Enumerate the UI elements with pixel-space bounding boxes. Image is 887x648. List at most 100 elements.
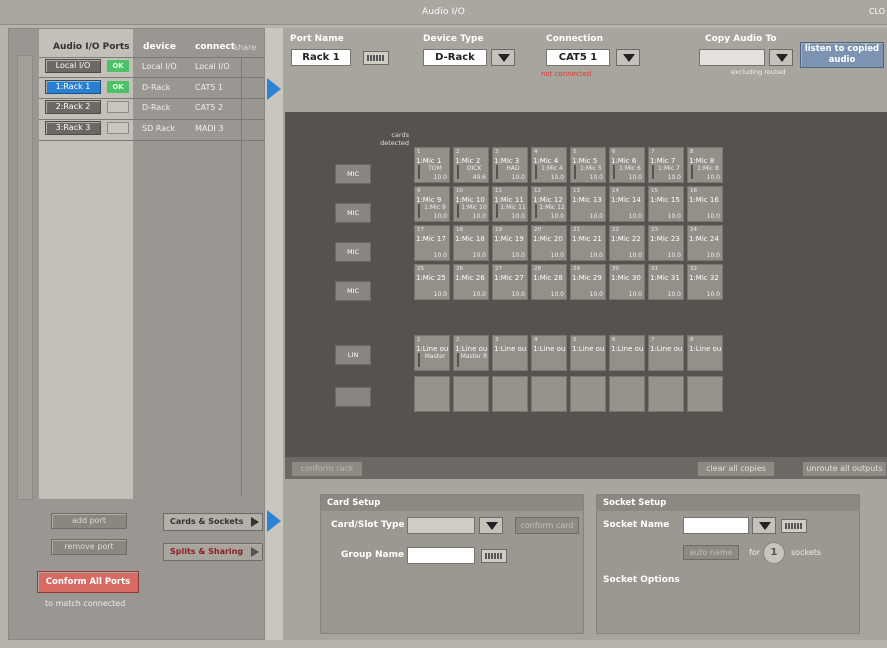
empty-slot-cell[interactable] bbox=[609, 376, 645, 412]
card-type-button[interactable] bbox=[335, 387, 371, 407]
socket-name-dropdown-icon[interactable] bbox=[752, 517, 776, 534]
listen-copied-audio-button[interactable]: listen to copied audio bbox=[800, 42, 884, 68]
line-output-cell[interactable]: 5 1:Line ou bbox=[570, 335, 606, 371]
port-rack-2[interactable]: 2:Rack 2 bbox=[45, 100, 101, 114]
channel-number: 3 bbox=[495, 149, 499, 155]
channel-number: 11 bbox=[495, 188, 502, 194]
mic-channel-cell[interactable]: 27 1:Mic 27 10.0 bbox=[492, 264, 528, 300]
mic-channel-cell[interactable]: 21 1:Mic 21 10.0 bbox=[570, 225, 606, 261]
mic-channel-cell[interactable]: 9 1:Mic 9 1:Mic 9 10.0 bbox=[414, 186, 450, 222]
mic-channel-cell[interactable]: 15 1:Mic 15 10.0 bbox=[648, 186, 684, 222]
mic-channel-cell[interactable]: 22 1:Mic 22 10.0 bbox=[609, 225, 645, 261]
connection-dropdown-icon[interactable] bbox=[616, 49, 640, 66]
conform-all-ports-button[interactable]: Conform All Ports bbox=[37, 571, 139, 593]
mic-channel-cell[interactable]: 11 1:Mic 11 1:Mic 11 10.0 bbox=[492, 186, 528, 222]
line-output-cell[interactable]: 2 1:Line ou Master R bbox=[453, 335, 489, 371]
mic-channel-cell[interactable]: 24 1:Mic 24 10.0 bbox=[687, 225, 723, 261]
empty-slot-cell[interactable] bbox=[648, 376, 684, 412]
device-type-dropdown-icon[interactable] bbox=[491, 49, 515, 66]
mic-channel-cell[interactable]: 25 1:Mic 25 10.0 bbox=[414, 264, 450, 300]
mic-channel-cell[interactable]: 23 1:Mic 23 10.0 bbox=[648, 225, 684, 261]
mic-channel-cell[interactable]: 31 1:Mic 31 10.0 bbox=[648, 264, 684, 300]
card-slot-type-dropdown-icon[interactable] bbox=[479, 517, 503, 534]
mic-channel-cell[interactable]: 7 1:Mic 7 1:Mic 7 10.0 bbox=[648, 147, 684, 183]
conform-card-button[interactable]: conform card bbox=[515, 517, 579, 534]
auto-name-button[interactable]: auto name bbox=[683, 545, 739, 560]
conform-rack-button[interactable]: conform rack bbox=[291, 461, 363, 477]
empty-slot-cell[interactable] bbox=[531, 376, 567, 412]
group-name-field[interactable] bbox=[407, 547, 475, 564]
clear-all-copies-button[interactable]: clear all copies bbox=[697, 461, 775, 477]
socket-count-knob[interactable]: 1 bbox=[763, 542, 785, 564]
mic-channel-cell[interactable]: 28 1:Mic 28 10.0 bbox=[531, 264, 567, 300]
mic-channel-cell[interactable]: 32 1:Mic 32 10.0 bbox=[687, 264, 723, 300]
port-name-field[interactable]: Rack 1 bbox=[291, 49, 351, 66]
line-output-cell[interactable]: 8 1:Line ou bbox=[687, 335, 723, 371]
splits-sharing-button[interactable]: Splits & Sharing bbox=[163, 543, 263, 561]
connection-field[interactable]: CAT5 1 bbox=[546, 49, 610, 66]
add-port-button[interactable]: add port bbox=[51, 513, 127, 529]
mic-channel-cell[interactable]: 8 1:Mic 8 1:Mic 8 10.0 bbox=[687, 147, 723, 183]
mic-channel-cell[interactable]: 3 1:Mic 3 HAD 10.0 bbox=[492, 147, 528, 183]
mic-channel-cell[interactable]: 1 1:Mic 1 TOM 10.0 bbox=[414, 147, 450, 183]
mic-channel-cell[interactable]: 18 1:Mic 18 10.0 bbox=[453, 225, 489, 261]
empty-slot-cell[interactable] bbox=[453, 376, 489, 412]
line-output-cell[interactable]: 4 1:Line ou bbox=[531, 335, 567, 371]
card-type-button[interactable]: MIC bbox=[335, 281, 371, 301]
card-type-button[interactable]: MIC bbox=[335, 203, 371, 223]
status-empty-badge bbox=[107, 101, 129, 113]
channel-name: 1:Mic 17 bbox=[416, 235, 446, 243]
channel-number: 4 bbox=[534, 149, 538, 155]
mic-channel-cell[interactable]: 30 1:Mic 30 10.0 bbox=[609, 264, 645, 300]
mic-channel-cell[interactable]: 26 1:Mic 26 10.0 bbox=[453, 264, 489, 300]
cards-sockets-button[interactable]: Cards & Sockets bbox=[163, 513, 263, 531]
gain-value: 10.0 bbox=[667, 174, 681, 181]
card-type-button[interactable]: MIC bbox=[335, 164, 371, 184]
port-device: SD Rack bbox=[142, 124, 176, 133]
mic-channel-cell[interactable]: 20 1:Mic 20 10.0 bbox=[531, 225, 567, 261]
mic-channel-cell[interactable]: 5 1:Mic 5 1:Mic 5 10.0 bbox=[570, 147, 606, 183]
port-rack-1[interactable]: 1:Rack 1 bbox=[45, 80, 101, 94]
keyboard-icon[interactable] bbox=[363, 51, 389, 65]
mic-channel-cell[interactable]: 12 1:Mic 12 1:Mic 12 10.0 bbox=[531, 186, 567, 222]
line-output-cell[interactable]: 3 1:Line ou bbox=[492, 335, 528, 371]
channel-number: 9 bbox=[417, 188, 421, 194]
mic-channel-cell[interactable]: 13 1:Mic 13 10.0 bbox=[570, 186, 606, 222]
level-bar bbox=[457, 165, 459, 179]
mic-channel-cell[interactable]: 19 1:Mic 19 10.0 bbox=[492, 225, 528, 261]
channel-number: 6 bbox=[612, 337, 616, 343]
line-output-cell[interactable]: 7 1:Line ou bbox=[648, 335, 684, 371]
mic-channel-cell[interactable]: 4 1:Mic 4 1:Mic 4 10.0 bbox=[531, 147, 567, 183]
mic-channel-cell[interactable]: 29 1:Mic 29 10.0 bbox=[570, 264, 606, 300]
port-rack-3[interactable]: 3:Rack 3 bbox=[45, 121, 101, 135]
empty-slot-cell[interactable] bbox=[414, 376, 450, 412]
remove-port-button[interactable]: remove port bbox=[51, 539, 127, 555]
ports-scrollbar[interactable] bbox=[17, 55, 33, 500]
socket-name-field[interactable] bbox=[683, 517, 749, 534]
copy-audio-dropdown-icon[interactable] bbox=[769, 49, 793, 66]
device-type-field[interactable]: D-Rack bbox=[423, 49, 487, 66]
keyboard-icon[interactable] bbox=[481, 549, 507, 563]
line-output-cell[interactable]: 6 1:Line ou bbox=[609, 335, 645, 371]
line-output-cell[interactable]: 1 1:Line ou Master bbox=[414, 335, 450, 371]
card-type-button[interactable]: MIC bbox=[335, 242, 371, 262]
empty-slot-cell[interactable] bbox=[687, 376, 723, 412]
status-empty-badge bbox=[107, 122, 129, 134]
empty-slot-cell[interactable] bbox=[492, 376, 528, 412]
keyboard-icon[interactable] bbox=[781, 519, 807, 533]
mic-channel-cell[interactable]: 2 1:Mic 2 OICK 49.6 bbox=[453, 147, 489, 183]
gain-value: 10.0 bbox=[550, 174, 564, 181]
mic-channel-cell[interactable]: 16 1:Mic 16 10.0 bbox=[687, 186, 723, 222]
close-button[interactable]: CLO bbox=[869, 7, 885, 16]
mic-channel-cell[interactable]: 6 1:Mic 6 1:Mic 6 10.0 bbox=[609, 147, 645, 183]
port-local-io[interactable]: Local I/O bbox=[45, 59, 101, 73]
unroute-all-outputs-button[interactable]: unroute all outputs bbox=[802, 461, 887, 477]
empty-slot-cell[interactable] bbox=[570, 376, 606, 412]
mic-channel-cell[interactable]: 14 1:Mic 14 10.0 bbox=[609, 186, 645, 222]
mic-channel-cell[interactable]: 10 1:Mic 10 1:Mic 10 10.0 bbox=[453, 186, 489, 222]
copy-audio-field[interactable] bbox=[699, 49, 765, 66]
card-type-button[interactable]: LIN bbox=[335, 345, 371, 365]
card-slot-type-field[interactable] bbox=[407, 517, 475, 534]
mic-channel-cell[interactable]: 17 1:Mic 17 10.0 bbox=[414, 225, 450, 261]
gain-value: 10.0 bbox=[433, 252, 447, 259]
